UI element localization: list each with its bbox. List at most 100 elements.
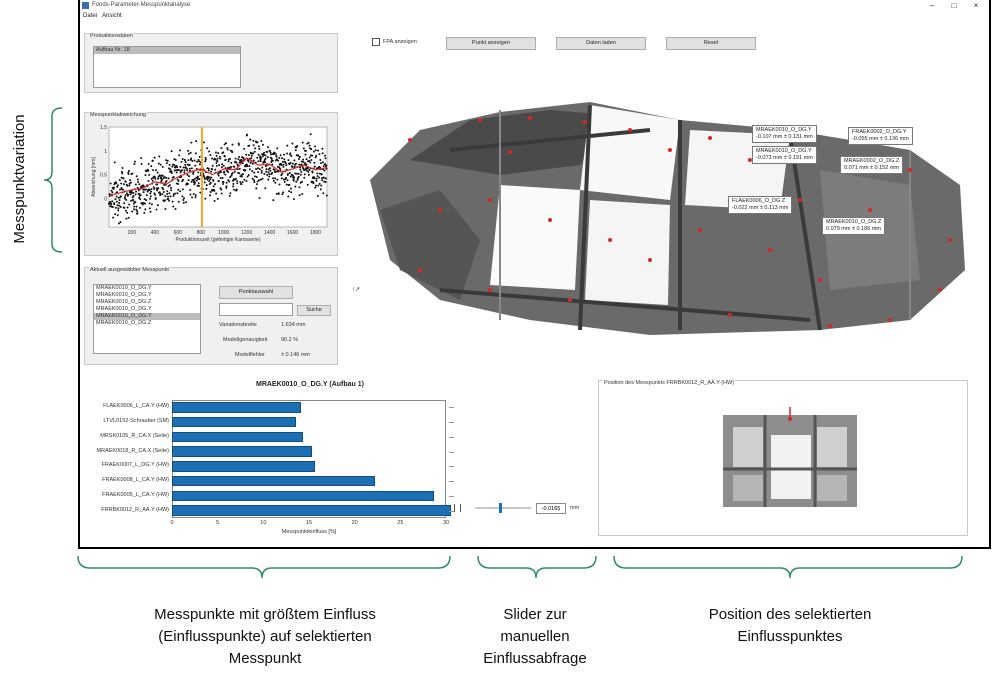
data-point bbox=[153, 156, 156, 159]
data-point bbox=[207, 169, 210, 172]
data-point bbox=[210, 170, 213, 173]
data-point bbox=[300, 180, 303, 183]
data-point bbox=[181, 188, 184, 191]
data-point bbox=[120, 182, 123, 185]
data-point bbox=[220, 188, 223, 191]
slider-value-field[interactable]: -0.0165 bbox=[536, 503, 566, 514]
minimize-icon[interactable]: – bbox=[921, 0, 943, 11]
load-data-button[interactable]: Daten laden bbox=[556, 37, 646, 50]
data-point bbox=[263, 151, 266, 154]
data-point bbox=[177, 188, 180, 191]
data-point bbox=[319, 159, 322, 162]
data-point bbox=[166, 159, 169, 162]
data-point bbox=[126, 206, 129, 209]
annotation-variation: Messpunktvariation bbox=[11, 114, 28, 244]
data-point bbox=[112, 216, 115, 219]
data-point bbox=[259, 155, 262, 158]
influence-bar[interactable] bbox=[172, 475, 375, 487]
data-point bbox=[114, 206, 117, 209]
close-icon[interactable]: × bbox=[965, 0, 987, 11]
selected-point-title: Aktuell ausgewählter Messpunkt bbox=[89, 267, 170, 273]
data-point bbox=[242, 173, 245, 176]
x-tick-label: 400 bbox=[151, 230, 160, 236]
data-point bbox=[260, 157, 263, 160]
data-point bbox=[285, 183, 288, 186]
data-point bbox=[184, 163, 187, 166]
reset-button[interactable]: Reset bbox=[666, 37, 756, 50]
data-point bbox=[162, 190, 165, 193]
data-point bbox=[277, 192, 280, 195]
point-select-button[interactable]: Punktauswahl bbox=[219, 286, 293, 299]
data-point bbox=[321, 161, 324, 164]
data-point bbox=[238, 172, 241, 175]
list-item[interactable]: MRAEK0010_O_DG.Z bbox=[94, 320, 200, 327]
slider-track[interactable] bbox=[475, 507, 531, 509]
data-point bbox=[303, 176, 306, 179]
point-search-input[interactable] bbox=[219, 303, 293, 316]
data-point bbox=[124, 180, 127, 183]
list-item[interactable]: MRAEK0010_O_DG.Y bbox=[94, 292, 200, 299]
data-point bbox=[253, 175, 256, 178]
data-point bbox=[280, 164, 283, 167]
data-point bbox=[247, 153, 250, 156]
data-point bbox=[209, 153, 212, 156]
fpa-checkbox[interactable] bbox=[372, 38, 380, 46]
data-point bbox=[148, 207, 151, 210]
data-point bbox=[136, 210, 139, 213]
data-point bbox=[111, 200, 114, 203]
axis-triad-icon: ↑↗ bbox=[352, 287, 361, 293]
maximize-icon[interactable]: □ bbox=[943, 0, 965, 11]
data-point bbox=[315, 177, 318, 180]
menu-ansicht[interactable]: Ansicht bbox=[102, 11, 122, 22]
list-item[interactable]: MRAEK0010_O_DG.Y bbox=[94, 306, 200, 313]
data-point bbox=[298, 186, 301, 189]
data-point bbox=[161, 166, 164, 169]
influence-bar[interactable] bbox=[172, 446, 312, 457]
influence-bar-chart: FLAEK0006_L_CA.Y (HW) LTVL0152-Schrauber … bbox=[80, 392, 460, 547]
list-item[interactable]: MRAEK0010_O_DG.Y bbox=[94, 313, 200, 320]
data-point bbox=[165, 176, 168, 179]
data-point bbox=[306, 183, 309, 186]
data-point bbox=[132, 199, 135, 202]
influence-bar[interactable] bbox=[172, 505, 451, 516]
data-point bbox=[317, 176, 320, 179]
slider-thumb[interactable] bbox=[499, 503, 503, 513]
measuring-point-list[interactable]: MRAEK0010_O_DG.Y MRAEK0010_O_DG.Y MRAEK001… bbox=[93, 284, 201, 354]
bracket-slider bbox=[477, 555, 597, 579]
data-point bbox=[114, 198, 117, 201]
data-point bbox=[310, 148, 313, 151]
y-axis-label: Abweichung [mm] bbox=[91, 157, 97, 197]
data-point bbox=[291, 166, 294, 169]
data-point bbox=[313, 161, 316, 164]
data-point bbox=[228, 194, 231, 197]
influence-bar[interactable] bbox=[172, 461, 316, 472]
data-point bbox=[196, 160, 199, 163]
production-data-list[interactable]: Aufbau Nr. 18 bbox=[93, 46, 241, 88]
data-point bbox=[217, 174, 220, 177]
application-window: Fonds-Parameter-Messpunktanalyse – □ × D… bbox=[78, 0, 991, 549]
menu-datei[interactable]: Datei bbox=[83, 11, 97, 22]
influence-bar[interactable] bbox=[172, 402, 301, 413]
influence-bar[interactable] bbox=[172, 431, 303, 443]
list-item[interactable]: Aufbau Nr. 18 bbox=[94, 47, 240, 54]
influence-bar[interactable] bbox=[172, 416, 297, 428]
influence-bar[interactable] bbox=[172, 490, 435, 502]
data-point bbox=[305, 158, 308, 161]
data-point bbox=[299, 173, 302, 176]
influence-chart-title: MRAEK0010_O_DG.Y (Aufbau 1) bbox=[255, 381, 364, 388]
data-point bbox=[266, 173, 269, 176]
list-item[interactable]: MRAEK0010_O_DG.Y bbox=[94, 285, 200, 292]
list-item[interactable]: MRAEK0010_O_DG.Z bbox=[94, 299, 200, 306]
search-button[interactable]: Suche bbox=[297, 305, 331, 316]
data-point bbox=[303, 173, 306, 176]
data-point bbox=[261, 143, 264, 146]
data-point bbox=[257, 145, 260, 148]
data-point bbox=[140, 157, 143, 160]
data-point bbox=[194, 152, 197, 155]
data-point bbox=[248, 168, 251, 171]
show-point-button[interactable]: Punkt anzeigen bbox=[446, 37, 536, 50]
data-point bbox=[218, 164, 221, 167]
body-top-view[interactable] bbox=[715, 405, 865, 517]
data-point bbox=[158, 155, 161, 158]
data-point bbox=[125, 217, 128, 220]
